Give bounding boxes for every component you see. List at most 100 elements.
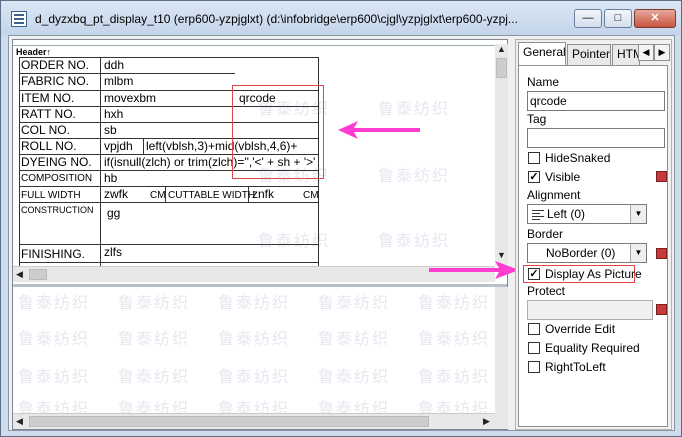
design-vertical-scrollbar[interactable]: ▲ ▼ [495,44,508,266]
tab-general[interactable]: General [518,42,566,66]
tab-scroll-left-icon[interactable]: ◀ [638,44,654,61]
full-width-unit[interactable]: CM [150,188,166,203]
border-expression-icon[interactable] [656,248,667,259]
scroll-down-icon[interactable]: ▼ [497,250,506,260]
grid-line [19,57,20,266]
grid-line [143,138,144,154]
title-bar[interactable]: d_dyzxbq_pt_display_t10 (erp600-yzpjglxt… [1,1,681,35]
preview-horizontal-scrollbar[interactable]: ◀ ▶ [13,413,495,429]
full-width-label[interactable]: FULL WIDTH [21,188,81,203]
watermark-text: 鲁泰纺织 [218,293,291,312]
scrollbar-thumb[interactable] [29,416,429,427]
scrollbar-thumb[interactable] [29,269,47,280]
equality-required-checkbox[interactable] [528,342,540,354]
watermark-text: 鲁泰纺织 [118,293,191,312]
watermark-text: 鲁泰纺织 [318,329,391,348]
watermark-text: 鲁泰纺织 [258,231,331,250]
tag-label: Tag [527,112,547,126]
dropdown-arrow-icon[interactable]: ▼ [630,205,646,223]
watermark-text: 鲁泰纺织 [318,399,391,413]
visible-checkbox[interactable]: ✓ [528,171,540,183]
border-select[interactable]: NoBorder (0) ▼ [527,243,647,263]
col-no-label[interactable]: COL NO. [21,123,70,138]
design-pane: Header↑ 鲁泰纺织 鲁泰纺织 鲁泰纺织 鲁泰纺织 鲁泰纺织 鲁泰纺织 OR… [12,39,508,430]
scroll-right-icon[interactable]: ▶ [483,416,490,427]
right-to-left-label[interactable]: RightToLeft [545,360,606,374]
order-no-field[interactable]: ddh [104,58,124,73]
scrollbar-thumb[interactable] [496,58,507,78]
item-no-label[interactable]: ITEM NO. [21,91,74,106]
watermark-text: 鲁泰纺织 [218,367,291,386]
col-no-field[interactable]: sb [104,123,117,138]
cuttable-width-unit[interactable]: CM [303,188,319,203]
grid-line [100,57,101,266]
hidesnaked-label[interactable]: HideSnaked [545,151,610,165]
roll-no-field[interactable]: vpjdh [104,139,133,154]
watermark-text: 鲁泰纺织 [118,399,191,413]
close-button[interactable]: ✕ [634,9,676,28]
override-edit-checkbox[interactable] [528,323,540,335]
name-input[interactable]: qrcode [527,91,665,111]
cuttable-width-label[interactable]: CUTTABLE WIDTH [168,188,255,203]
roll-no-label[interactable]: ROLL NO. [21,139,77,154]
general-tab-panel: Name qrcode Tag HideSnaked ✓ Visible Ali… [518,65,668,427]
equality-required-label[interactable]: Equality Required [545,341,640,355]
maximize-button[interactable]: □ [604,9,632,28]
watermark-text: 鲁泰纺织 [418,293,491,312]
alignment-label: Alignment [527,188,581,202]
hidesnaked-checkbox[interactable] [528,152,540,164]
composition-field[interactable]: hb [104,171,117,186]
right-to-left-checkbox[interactable] [528,361,540,373]
watermark-text: 鲁泰纺织 [318,367,391,386]
fabric-no-label[interactable]: FABRIC NO. [21,74,89,89]
design-horizontal-scrollbar[interactable]: ◀ [13,266,495,282]
item-no-field[interactable]: movexbm [104,91,156,106]
minimize-button[interactable]: — [574,9,602,28]
window-title: d_dyzxbq_pt_display_t10 (erp600-yzpjglxt… [35,12,518,26]
dyeing-no-label[interactable]: DYEING NO. [21,155,92,170]
watermark-text: 鲁泰纺织 [18,293,91,312]
dropdown-arrow-icon[interactable]: ▼ [630,244,646,262]
finishing-label[interactable]: FINISHING. [21,247,85,262]
visible-expression-icon[interactable] [656,171,667,182]
protect-input[interactable] [527,300,653,320]
fabric-no-field[interactable]: mlbm [104,74,133,89]
cuttable-width-field[interactable]: znfk [252,187,274,202]
composition-label[interactable]: COMPOSITION [21,171,92,186]
tab-html[interactable]: HTML [612,44,640,65]
scroll-left-icon[interactable]: ◀ [16,416,23,427]
display-as-picture-checkbox[interactable]: ✓ [528,268,540,280]
name-label: Name [527,75,560,89]
override-edit-label[interactable]: Override Edit [545,322,615,336]
scroll-left-icon[interactable]: ◀ [16,269,23,280]
preview-vertical-scrollbar[interactable] [495,287,508,429]
border-label: Border [527,227,564,241]
tab-pointer[interactable]: Pointer [567,44,611,65]
full-width-field[interactable]: zwfk [104,187,128,202]
order-no-label[interactable]: ORDER NO. [21,58,89,73]
tab-scroll-right-icon[interactable]: ▶ [654,44,670,61]
arrow-to-qrcode-icon [338,121,420,139]
tag-input[interactable] [527,128,665,148]
watermark-text: 鲁泰纺织 [218,399,291,413]
header-band-label[interactable]: Header↑ [16,47,51,57]
arrow-to-display-as-picture-icon [429,261,519,279]
alignment-select[interactable]: Left (0) ▼ [527,204,647,224]
ratt-no-label[interactable]: RATT NO. [21,107,76,122]
finishing-field[interactable]: zlfs [104,245,122,260]
construction-label[interactable]: CONSTRUCTION [21,203,94,218]
display-as-picture-label[interactable]: Display As Picture [545,267,642,281]
watermark-text: 鲁泰纺织 [378,166,451,185]
alignment-value: Left (0) [547,207,586,221]
visible-label[interactable]: Visible [545,170,580,184]
ratt-no-field[interactable]: hxh [104,107,123,122]
watermark-text: 鲁泰纺织 [318,293,391,312]
properties-pane: General Pointer HTML ◀ ▶ Name qrcode Tag… [515,39,672,430]
construction-field[interactable]: gg [107,206,120,221]
preview-area[interactable]: 鲁泰纺织 鲁泰纺织 鲁泰纺织 鲁泰纺织 鲁泰纺织 鲁泰纺织 鲁泰纺织 鲁泰纺织 … [13,287,495,413]
protect-expression-icon[interactable] [656,304,667,315]
scroll-up-icon[interactable]: ▲ [497,44,506,54]
datawindow-icon [11,11,27,27]
grid-line [19,262,319,263]
watermark-text: 鲁泰纺织 [18,329,91,348]
